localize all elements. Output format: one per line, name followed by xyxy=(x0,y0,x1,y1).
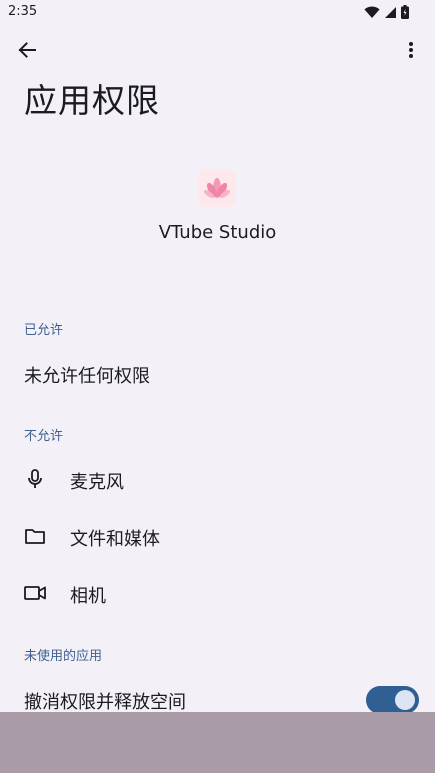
no-permissions-allowed-text: 未允许任何权限 xyxy=(24,366,150,387)
camera-icon xyxy=(22,580,48,606)
section-header-allowed: 已允许 xyxy=(24,323,64,338)
page-title: 应用权限 xyxy=(24,81,160,120)
permission-label: 文件和媒体 xyxy=(70,529,160,550)
permission-item-files-media[interactable]: 文件和媒体 xyxy=(0,509,435,565)
app-name: VTube Studio xyxy=(158,222,277,243)
vtube-studio-app-icon xyxy=(198,169,236,207)
section-header-unused-apps: 未使用的应用 xyxy=(24,649,103,664)
microphone-icon xyxy=(22,466,48,492)
permission-label: 麦克风 xyxy=(70,472,124,493)
signal-icon xyxy=(385,6,396,18)
app-permissions-screen: 2:35 应用权限 VTube Studio 已允许 未允许任何权限 不允许 麦… xyxy=(0,0,435,773)
permission-label: 相机 xyxy=(70,586,106,607)
battery-icon xyxy=(401,5,409,19)
remove-permissions-toggle[interactable] xyxy=(366,686,419,714)
back-button[interactable] xyxy=(13,36,41,64)
bottom-overlay xyxy=(0,712,435,773)
status-icons xyxy=(364,5,409,19)
permission-item-microphone[interactable]: 麦克风 xyxy=(0,452,435,508)
toggle-knob xyxy=(395,690,415,710)
status-bar: 2:35 xyxy=(0,0,435,24)
status-time: 2:35 xyxy=(8,4,38,19)
back-arrow-icon xyxy=(18,42,36,58)
more-options-button[interactable] xyxy=(397,36,425,64)
folder-icon xyxy=(22,523,48,549)
section-header-denied: 不允许 xyxy=(24,429,64,444)
permission-item-camera[interactable]: 相机 xyxy=(0,566,435,622)
remove-permissions-label: 撤消权限并释放空间 xyxy=(24,692,186,713)
more-vert-icon xyxy=(409,42,413,58)
wifi-icon xyxy=(364,6,380,18)
